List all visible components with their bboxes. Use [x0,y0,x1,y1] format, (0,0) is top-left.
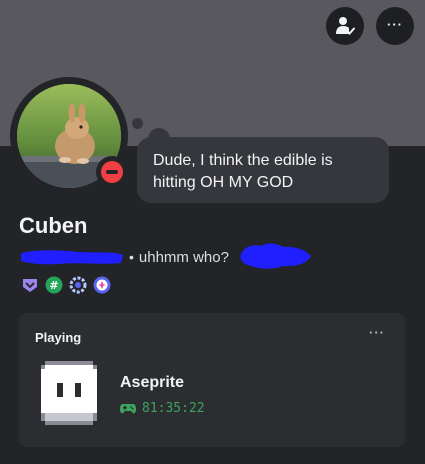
status-indicator [96,156,128,188]
elapsed-time-row: 81:35:22 [120,401,205,416]
username-row: • uhhmm who? [19,243,315,270]
aseprite-app-icon[interactable] [39,357,99,429]
gamepad-icon [120,403,136,413]
friend-action-button[interactable] [326,7,364,45]
avatar-frame [10,77,128,195]
separator: • [129,249,134,265]
badge-row: # [21,276,111,294]
dnd-status-icon [101,161,123,183]
hashtag-icon[interactable]: # [45,276,63,294]
more-options-button[interactable]: ··· [376,7,414,45]
activity-header: Playing [35,330,82,345]
nitro-gear-icon[interactable] [69,276,87,294]
custom-status-bubble: Dude, I think the edible is hitting OH M… [137,137,389,203]
quest-icon[interactable] [93,276,111,294]
elapsed-time: 81:35:22 [142,401,205,416]
redacted-username [21,250,123,265]
hypesquad-icon[interactable] [21,276,39,294]
redacted-pronouns [240,243,311,269]
thought-dot-small [132,118,143,129]
pronouns-text: uhhmm who? [138,248,229,266]
game-name: Aseprite [120,374,185,391]
display-name: Cuben [19,213,88,238]
custom-status-line-2: hitting OH MY GOD [153,174,294,191]
svg-text:#: # [49,279,58,292]
more-dots-icon: ··· [387,16,403,32]
custom-status-line-1: Dude, I think the edible is [153,152,333,169]
activity-menu-button[interactable]: ··· [369,325,385,340]
person-check-icon [336,17,355,35]
activity-card: Playing ··· Aseprite 81:35:22 [19,313,405,447]
